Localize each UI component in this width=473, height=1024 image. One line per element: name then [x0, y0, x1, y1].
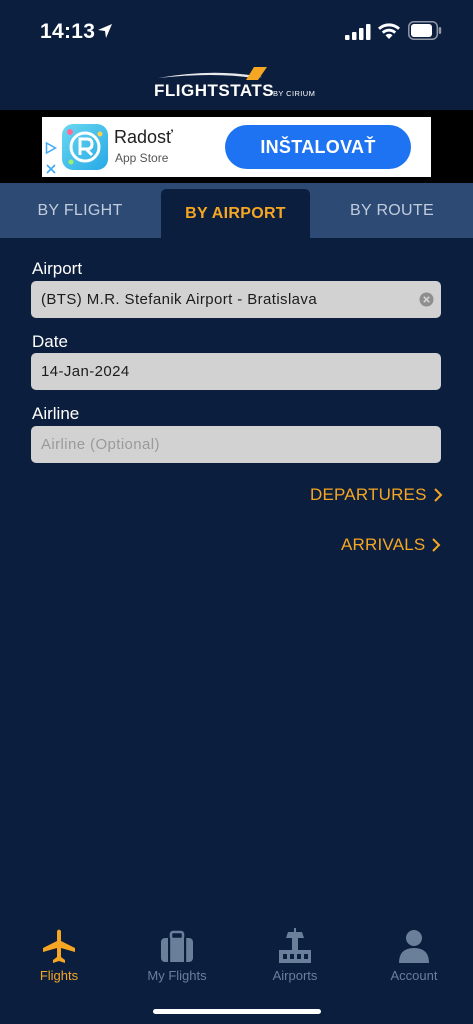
nav-my-flights-label: My Flights [147, 968, 207, 983]
nav-account[interactable]: Account [359, 920, 469, 990]
app-header: FLIGHTSTATS BY CIRIUM [0, 62, 473, 112]
person-icon [399, 930, 429, 963]
ad-install-button[interactable]: INŠTALOVAŤ [225, 125, 411, 169]
suitcase-icon [161, 930, 193, 962]
chevron-right-icon [433, 488, 443, 502]
arrivals-link[interactable]: ARRIVALS [341, 535, 441, 555]
ad-card[interactable]: Radosť App Store INŠTALOVAŤ [42, 117, 431, 177]
cellular-signal-icon [345, 24, 371, 40]
svg-text:FLIGHTSTATS: FLIGHTSTATS [154, 81, 274, 100]
flightstats-logo: FLIGHTSTATS BY CIRIUM [154, 67, 315, 100]
airport-field[interactable]: (BTS) M.R. Stefanik Airport - Bratislava [31, 281, 441, 318]
airline-label: Airline [32, 404, 80, 423]
bottom-tab-bar: Flights My Flights Airports Account [0, 920, 473, 1000]
home-indicator [153, 1009, 321, 1014]
airport-label: Airport [32, 259, 83, 278]
nav-airports-label: Airports [272, 968, 318, 983]
search-mode-tabs: BY FLIGHT BY AIRPORT BY ROUTE [0, 183, 473, 238]
nav-flights-label: Flights [39, 968, 79, 983]
clear-icon[interactable] [419, 292, 434, 307]
ad-choices-icon[interactable] [45, 141, 57, 175]
date-value: 14-Jan-2024 [41, 363, 130, 380]
ad-banner: Radosť App Store INŠTALOVAŤ [0, 110, 473, 183]
airline-placeholder: Airline (Optional) [41, 436, 160, 453]
location-arrow-icon [98, 24, 112, 38]
tab-by-flight[interactable]: BY FLIGHT [0, 183, 160, 238]
airplane-icon [43, 929, 75, 963]
chevron-right-icon [432, 538, 441, 552]
ad-app-icon-graphic [67, 129, 103, 165]
tab-by-airport[interactable]: BY AIRPORT [161, 189, 310, 238]
date-field[interactable]: 14-Jan-2024 [31, 353, 441, 390]
ad-store-label: App Store [115, 151, 169, 165]
departures-label: DEPARTURES [310, 485, 427, 504]
nav-account-label: Account [390, 968, 438, 983]
control-tower-icon [279, 928, 311, 963]
nav-flights[interactable]: Flights [4, 920, 114, 990]
ad-app-name: Radosť [114, 127, 173, 147]
arrivals-label: ARRIVALS [341, 535, 426, 554]
departures-link[interactable]: DEPARTURES [310, 485, 443, 505]
airport-value: (BTS) M.R. Stefanik Airport - Bratislava [41, 291, 318, 308]
app-screen: 14:13 FLIGHTSTATS BY CIRIUM Radosť App S… [0, 0, 473, 1024]
wifi-icon [378, 23, 400, 39]
status-time: 14:13 [40, 20, 96, 43]
tab-by-route[interactable]: BY ROUTE [311, 183, 473, 238]
battery-icon [408, 21, 442, 40]
svg-text:BY CIRIUM: BY CIRIUM [273, 89, 315, 98]
status-bar: 14:13 [0, 0, 473, 62]
nav-my-flights[interactable]: My Flights [122, 920, 232, 990]
ad-app-icon[interactable] [62, 124, 108, 170]
nav-airports[interactable]: Airports [240, 920, 350, 990]
airline-field[interactable]: Airline (Optional) [31, 426, 441, 463]
date-label: Date [32, 332, 68, 351]
